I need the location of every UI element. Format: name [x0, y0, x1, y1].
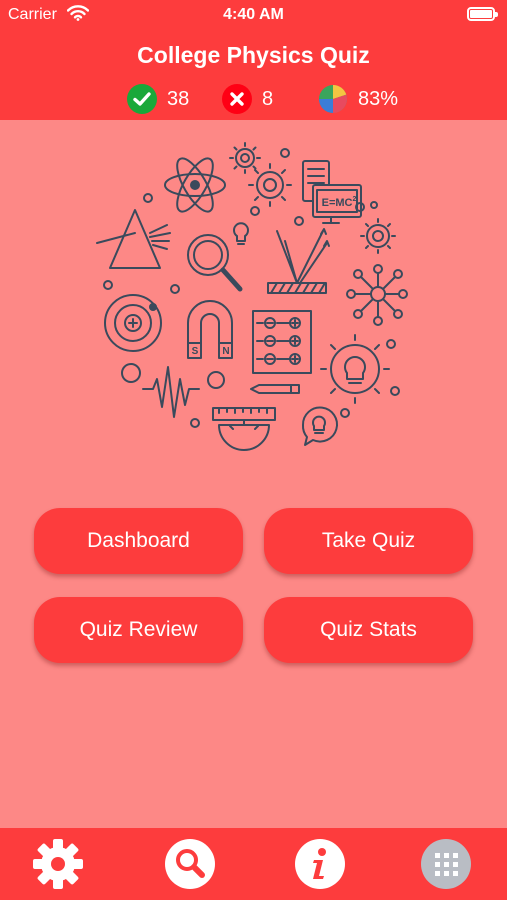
checkmark-icon — [127, 84, 157, 114]
charge-field-icon — [252, 310, 312, 374]
idea-gear-icon — [320, 334, 390, 404]
page-title: College Physics Quiz — [137, 42, 370, 68]
pencil-icon — [250, 384, 300, 394]
pie-chart-icon — [319, 85, 348, 114]
percent-score: 83% — [358, 87, 399, 110]
computer-icon — [302, 160, 362, 224]
reflection-icon — [267, 228, 330, 294]
physics-illustration: E=MC2 S N — [96, 142, 408, 451]
clock: 4:40 AM — [223, 6, 284, 23]
orbit-icon — [104, 294, 162, 352]
battery-icon — [467, 7, 498, 21]
tab-bar — [0, 828, 507, 900]
cross-icon — [222, 84, 252, 114]
percent-stat: 83% — [318, 84, 398, 114]
info-icon[interactable] — [294, 838, 346, 890]
wave-icon — [142, 366, 200, 418]
gear-icon[interactable] — [32, 838, 84, 890]
quiz-review-button[interactable]: Quiz Review — [34, 597, 243, 663]
search-icon[interactable] — [164, 838, 216, 890]
correct-stat: 38 — [127, 84, 189, 114]
idea-bubble-icon — [301, 406, 338, 446]
gear-small-icon — [229, 142, 261, 174]
magnifier-icon — [187, 234, 243, 292]
prism-icon — [96, 209, 171, 269]
equation-text: E=MC2 — [322, 196, 357, 209]
magnet-north-label: N — [222, 346, 229, 357]
atom-icon — [164, 157, 226, 213]
protractor-icon — [212, 407, 276, 451]
wrong-stat: 8 — [222, 84, 273, 114]
grid-icon[interactable] — [420, 838, 472, 890]
stats-row: 38 8 83% — [0, 84, 507, 114]
magnet-south-label: S — [192, 346, 199, 357]
wrong-count: 8 — [262, 87, 274, 110]
header: Carrier 4:40 AM College Physics Quiz 38 … — [0, 0, 507, 120]
status-bar: Carrier 4:40 AM — [0, 0, 507, 30]
take-quiz-button[interactable]: Take Quiz — [264, 508, 473, 574]
dashboard-button[interactable]: Dashboard — [34, 508, 243, 574]
correct-count: 38 — [167, 87, 190, 110]
gear-right-icon — [360, 218, 396, 254]
gear-medium-icon — [248, 163, 292, 207]
lightbulb-small-icon — [233, 222, 249, 245]
quiz-stats-button[interactable]: Quiz Stats — [264, 597, 473, 663]
molecule-icon — [346, 264, 408, 326]
